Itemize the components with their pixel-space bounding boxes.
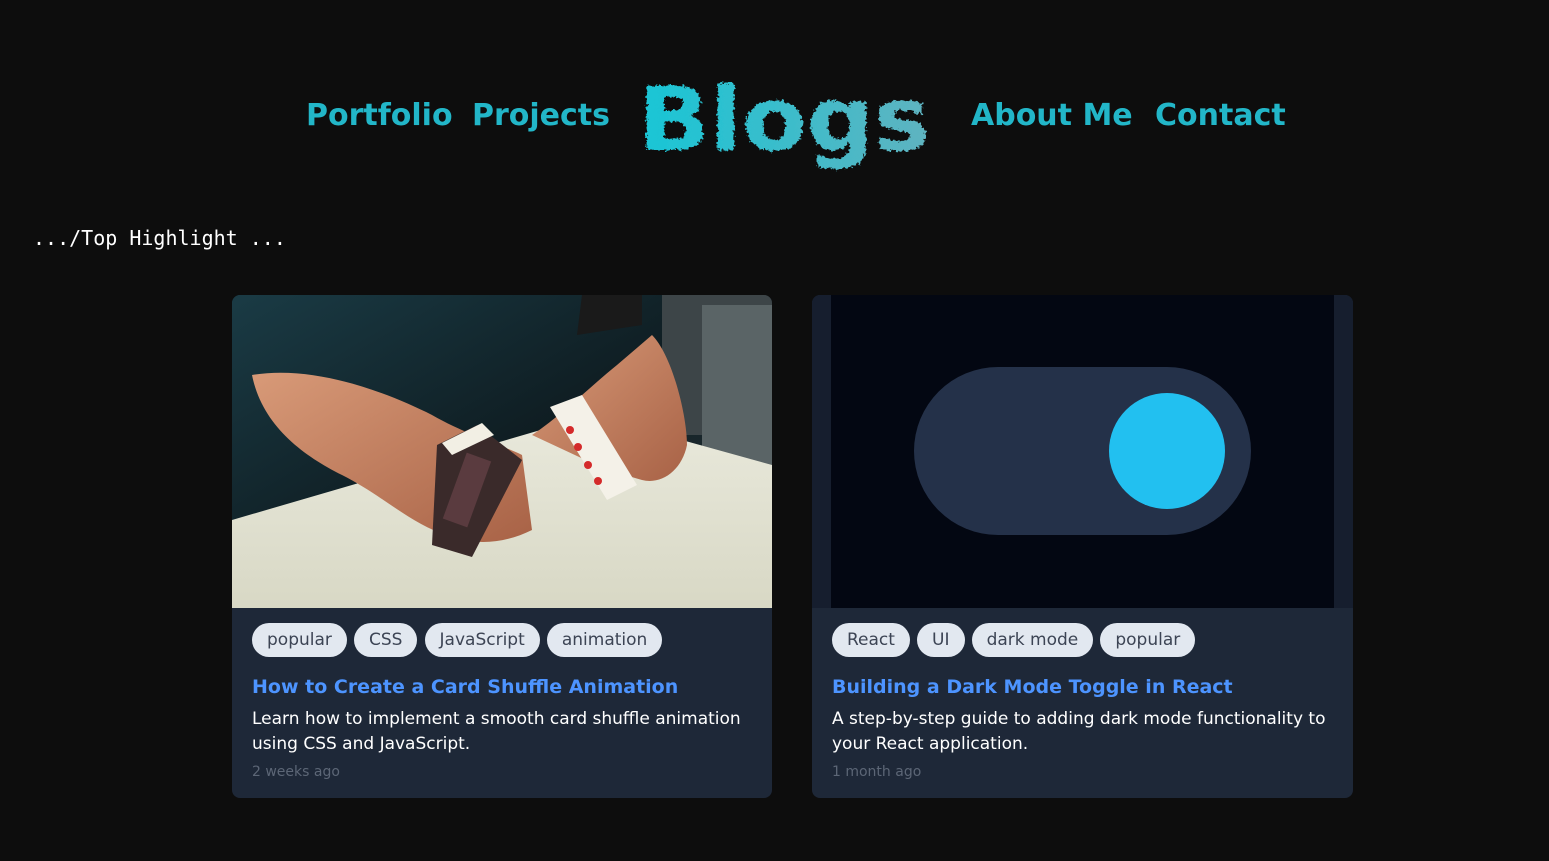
tag-chip[interactable]: CSS: [353, 623, 418, 657]
main-nav: Portfolio Projects Blogs About Me Contac…: [0, 68, 1549, 180]
card-title-link[interactable]: How to Create a Card Shuffle Animation: [252, 673, 678, 701]
card-tags: React UI dark mode popular: [832, 623, 1197, 659]
card-timestamp: 2 weeks ago: [252, 764, 340, 780]
tag-chip[interactable]: dark mode: [971, 623, 1094, 657]
nav-link-portfolio[interactable]: Portfolio: [306, 98, 453, 134]
tag-chip[interactable]: animation: [546, 623, 663, 657]
card-description: Learn how to implement a smooth card shu…: [252, 709, 741, 754]
card-title-link[interactable]: Building a Dark Mode Toggle in React: [832, 673, 1233, 701]
section-heading-top-highlight: .../Top Highlight ...: [33, 226, 286, 250]
tag-chip[interactable]: React: [832, 623, 910, 657]
logo-text: Blogs: [638, 70, 930, 171]
dark-mode-toggle-thumbnail: [812, 295, 1353, 608]
card-description: A step-by-step guide to adding dark mode…: [832, 709, 1326, 754]
card-shuffle-thumbnail: [232, 295, 772, 608]
blog-card-card-shuffle[interactable]: popular CSS JavaScript animation How to …: [232, 295, 772, 798]
tag-chip[interactable]: popular: [252, 623, 347, 657]
blogs-logo[interactable]: Blogs: [636, 68, 936, 180]
blog-card-dark-mode-toggle[interactable]: React UI dark mode popular Building a Da…: [812, 295, 1353, 798]
card-tags: popular CSS JavaScript animation: [252, 623, 664, 659]
nav-link-projects[interactable]: Projects: [472, 98, 610, 134]
tag-chip[interactable]: UI: [917, 623, 965, 657]
card-timestamp: 1 month ago: [832, 764, 922, 780]
nav-link-about-me[interactable]: About Me: [971, 98, 1133, 134]
tag-chip[interactable]: popular: [1100, 623, 1196, 657]
tag-chip[interactable]: JavaScript: [424, 623, 540, 657]
nav-link-contact[interactable]: Contact: [1155, 98, 1286, 134]
